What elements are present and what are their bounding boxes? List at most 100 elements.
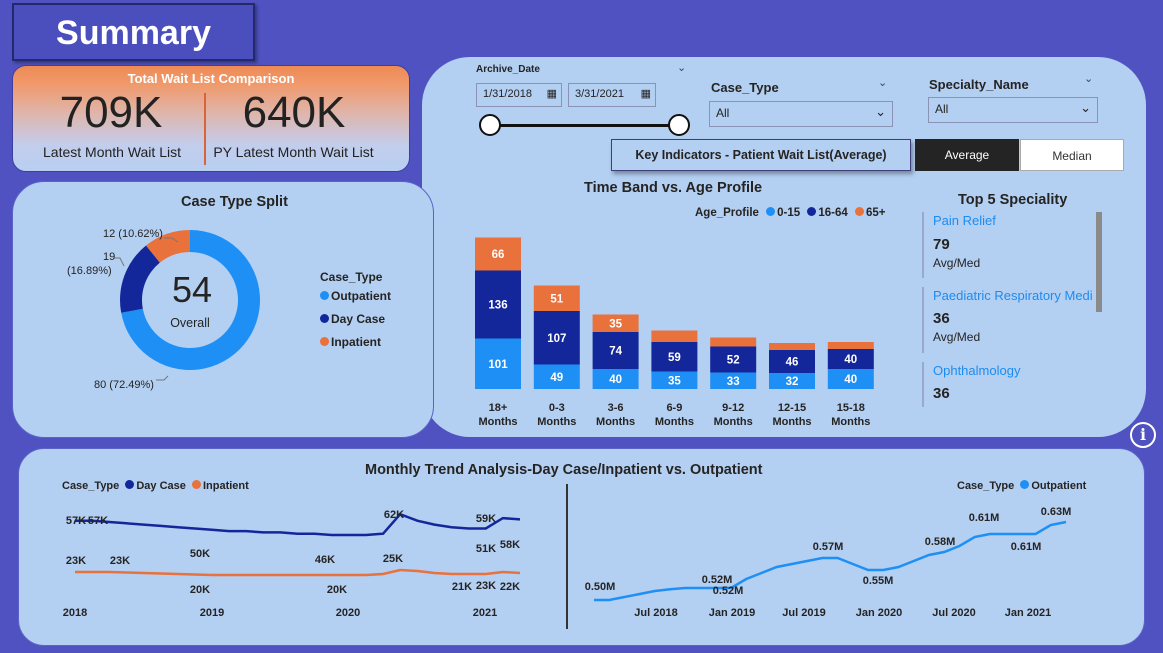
legend-dot	[1020, 480, 1030, 489]
chevron-down-icon[interactable]: ⌄	[1084, 72, 1093, 85]
legend-daycase-label: Day Case	[331, 312, 386, 326]
daycase-data-label: 51K	[476, 543, 496, 555]
trend-left-legend-title: Case_Type	[62, 480, 120, 492]
legend-dot	[807, 207, 817, 216]
bar-segment-65+[interactable]	[769, 343, 815, 350]
bar-segment-65+[interactable]	[710, 337, 757, 347]
x-tick-label: Months	[596, 416, 635, 428]
inpatient-data-label: 25K	[383, 553, 403, 565]
end-date-value: 3/31/2021	[575, 88, 624, 100]
legend-outpatient: Outpatient	[320, 289, 391, 303]
daycase-line[interactable]	[75, 512, 521, 537]
daycase-data-label: 59K	[476, 513, 496, 525]
calendar-icon[interactable]: ▦	[641, 87, 651, 100]
specialty-selected: All	[935, 102, 949, 116]
py-month-label: PY Latest Month Wait List	[213, 144, 374, 160]
date-slider-track[interactable]	[489, 124, 679, 127]
x-tick-label: Jan 2021	[1005, 607, 1051, 619]
bar-data-label: 40	[844, 374, 857, 386]
donut-slice-day-case[interactable]	[120, 245, 160, 313]
inpatient-data-label: 23K	[476, 580, 496, 592]
bar-data-label: 101	[488, 359, 508, 371]
outpatient-line[interactable]	[594, 520, 1067, 602]
outpatient-data-label: 0.52M	[713, 585, 744, 597]
trend-title: Monthly Trend Analysis-Day Case/Inpatien…	[365, 462, 763, 478]
daycase-data-label: 58K	[500, 539, 520, 551]
date-slider-end-handle[interactable]	[668, 114, 690, 136]
outpatient-data-label: 0.61M	[969, 512, 1000, 524]
bar-data-label: 33	[727, 376, 740, 388]
inpatient-data-label: 20K	[190, 584, 210, 596]
donut-center-value: 54	[172, 269, 212, 310]
legend-dot	[320, 337, 329, 346]
x-tick-label: Months	[478, 416, 517, 428]
legend-outpatient-trend: Outpatient	[1031, 480, 1087, 492]
x-tick-label: 9-12	[722, 402, 744, 414]
median-button[interactable]: Median	[1020, 139, 1124, 171]
date-slider-start-handle[interactable]	[479, 114, 501, 136]
bar-data-label: 49	[550, 372, 563, 384]
outpatient-data-label: 80 (72.49%)	[94, 379, 154, 391]
bar-data-label: 59	[668, 352, 681, 364]
bar-data-label: 74	[609, 346, 622, 358]
average-button[interactable]: Average	[915, 139, 1019, 171]
calendar-icon[interactable]: ▦	[547, 87, 557, 100]
bar-segment-65+[interactable]	[827, 342, 874, 349]
top5-item-value: 36	[933, 385, 950, 402]
daycase-data-label-value: 19	[103, 251, 116, 263]
x-tick-label: Jul 2018	[634, 607, 677, 619]
x-tick-label: 0-3	[549, 402, 565, 414]
specialty-dropdown[interactable]: All ⌄	[928, 97, 1098, 123]
info-icon[interactable]: i	[1130, 422, 1156, 448]
inpatient-data-label: 20K	[327, 584, 347, 596]
legend-dot	[320, 314, 329, 323]
age-profile-legend: Age_Profile 0-15 16-64 65+	[695, 207, 886, 219]
age-profile-legend-title: Age_Profile	[695, 207, 759, 219]
x-tick-label: Months	[714, 416, 753, 428]
inpatient-line[interactable]	[75, 568, 521, 577]
trend-right-legend-title: Case_Type	[957, 480, 1015, 492]
inpatient-data-label: 12 (10.62%)	[103, 228, 163, 240]
bar-data-label: 40	[609, 374, 622, 386]
x-tick-label: Jul 2019	[782, 607, 825, 619]
inpatient-data-label: 23K	[66, 555, 86, 567]
start-date-input[interactable]: 1/31/2018 ▦	[476, 83, 562, 107]
chevron-down-icon[interactable]: ⌄	[677, 61, 686, 74]
outpatient-data-label: 0.50M	[585, 581, 616, 593]
inpatient-data-label: 23K	[110, 555, 130, 567]
legend-daycase: Day Case	[320, 312, 385, 326]
daycase-data-label-pct: (16.89%)	[67, 265, 112, 277]
x-tick-label: 15-18	[837, 402, 865, 414]
top5-item-name[interactable]: Pain Relief	[933, 213, 1095, 228]
legend-16-64: 16-64	[818, 207, 848, 219]
chevron-down-icon[interactable]: ⌄	[878, 76, 887, 89]
kpi-title: Total Wait List Comparison	[127, 71, 295, 86]
top5-scrollbar[interactable]	[1096, 212, 1102, 312]
inpatient-data-label: 21K	[452, 581, 472, 593]
bar-data-label: 107	[547, 333, 566, 345]
chevron-down-icon[interactable]: ⌄	[1080, 100, 1091, 116]
legend-inpatient-label: Inpatient	[331, 335, 381, 349]
py-month-value: 640K	[242, 88, 346, 137]
donut-center-label: Overall	[170, 316, 210, 330]
x-tick-label: 2020	[336, 607, 360, 619]
key-indicators-button[interactable]: Key Indicators - Patient Wait List(Avera…	[611, 139, 911, 171]
case-type-dropdown[interactable]: All ⌄	[709, 101, 893, 127]
start-date-value: 1/31/2018	[483, 88, 532, 100]
top5-item-sub: Avg/Med	[933, 330, 981, 344]
daycase-data-label: 50K	[190, 548, 210, 560]
bar-segment-65+[interactable]	[651, 330, 698, 343]
chevron-down-icon[interactable]: ⌄	[875, 104, 886, 120]
end-date-input[interactable]: 3/31/2021 ▦	[568, 83, 656, 107]
top5-item-name[interactable]: Paediatric Respiratory Medi	[933, 288, 1095, 303]
daycase-data-label: 46K	[315, 554, 335, 566]
outpatient-data-label: 0.61M	[1011, 541, 1042, 553]
bar-data-label: 52	[727, 355, 740, 367]
legend-dot	[320, 291, 329, 300]
top5-item-name[interactable]: Ophthalmology	[933, 363, 1095, 378]
specialty-filter-label: Specialty_Name	[929, 77, 1029, 92]
leader-line	[156, 375, 169, 381]
top5-list[interactable]: Pain Relief 79 Avg/Med Paediatric Respir…	[922, 212, 1097, 407]
legend-dot	[191, 480, 201, 489]
x-tick-label: 18+	[489, 402, 508, 414]
